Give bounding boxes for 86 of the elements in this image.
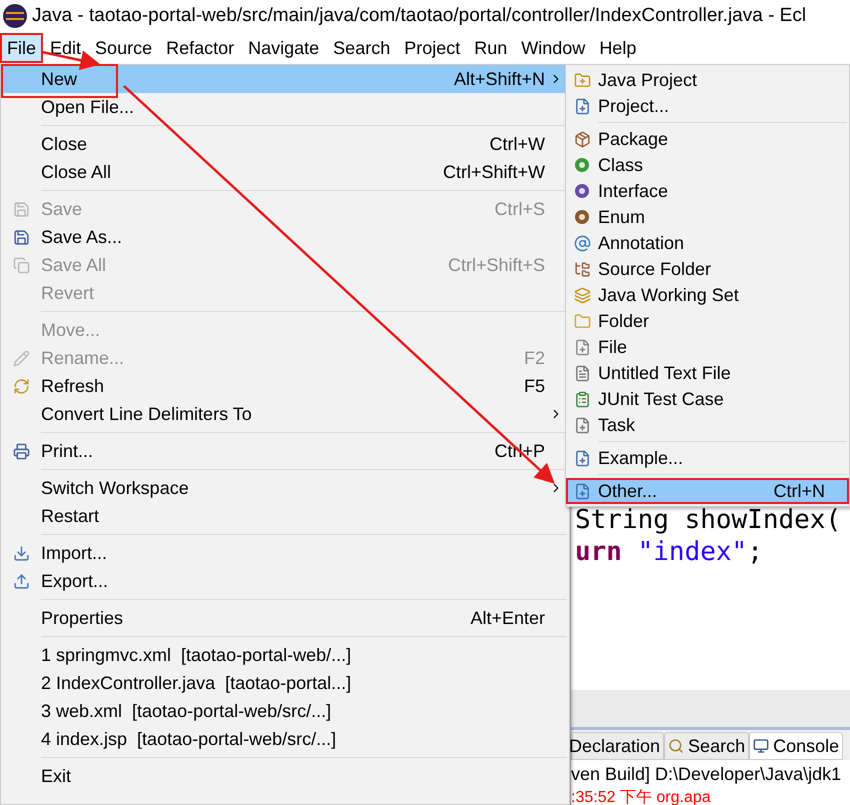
shortcut-label: Alt+Enter	[470, 606, 545, 630]
menu-item[interactable]: Enum	[566, 204, 849, 230]
app-logo-icon	[2, 3, 28, 29]
task-icon	[574, 416, 590, 434]
source-folder-icon	[574, 260, 590, 278]
menu-bar-item[interactable]: Source	[88, 33, 160, 63]
working-set-icon	[574, 286, 590, 304]
menu-item[interactable]: 4 index.jsp [taotao-portal-web/src/...]	[1, 725, 569, 753]
menu-item[interactable]: Annotation	[566, 230, 849, 256]
menu-item[interactable]: Package	[566, 126, 849, 152]
menu-item[interactable]: Close All Ctrl+Shift+W	[1, 158, 569, 186]
shortcut-label: Ctrl+W	[490, 132, 545, 156]
menu-item[interactable]: 3 web.xml [taotao-portal-web/src/...]	[1, 697, 569, 725]
menu-item[interactable]: Open File...	[1, 93, 569, 121]
code-line: String showIndex(	[575, 504, 842, 536]
shortcut-label: F2	[524, 346, 545, 370]
pencil-icon	[12, 350, 30, 366]
menu-item[interactable]: Project...	[566, 93, 849, 119]
view-tab[interactable]: Declaration	[571, 732, 664, 760]
menu-item[interactable]: Folder	[566, 308, 849, 334]
console-line: :35:52 下午 org.apa	[571, 788, 711, 805]
save-icon	[12, 228, 30, 246]
menu-bar-item[interactable]: Refactor	[159, 33, 242, 63]
view-tab[interactable]: Search	[664, 732, 750, 760]
test-case-icon	[574, 390, 590, 408]
file-plus-icon	[574, 338, 590, 356]
shortcut-label: Ctrl+Shift+W	[442, 160, 545, 184]
shortcut-label: Alt+Shift+N	[454, 68, 545, 90]
menu-item[interactable]: Save As...	[1, 223, 569, 251]
window-title: Java - taotao-portal-web/src/main/java/com/taotao/portal/controller/IndexController.java - Ecl	[32, 4, 806, 28]
menu-item[interactable]: Class	[566, 152, 849, 178]
menu-item[interactable]: Other... Ctrl+N	[566, 478, 849, 504]
menu-item[interactable]: Properties Alt+Enter	[1, 604, 569, 632]
enum-icon	[574, 209, 590, 225]
at-sign-icon	[574, 234, 590, 252]
menu-bar-item[interactable]: Edit	[43, 33, 88, 63]
menu-item[interactable]: Java Project	[566, 67, 849, 93]
class-icon	[574, 157, 590, 173]
menu-bar-item[interactable]: Help	[592, 33, 644, 63]
menu-item[interactable]: Untitled Text File	[566, 360, 849, 386]
menu-bar-item[interactable]: File	[0, 33, 44, 63]
window-plus-icon	[574, 98, 590, 114]
menu-item[interactable]: 1 springmvc.xml [taotao-portal-web/...]	[1, 641, 569, 669]
text-file-icon	[574, 364, 590, 382]
printer-icon	[12, 442, 30, 460]
console-line: ven Build] D:\Developer\Java\jdk1	[571, 763, 842, 786]
menu-item[interactable]: Switch Workspace	[1, 474, 569, 502]
menu-item[interactable]: Exit	[1, 762, 569, 790]
menu-bar-item[interactable]: Project	[397, 33, 468, 63]
window-plus-icon	[574, 482, 590, 500]
refresh-icon	[12, 378, 30, 394]
shortcut-label: Ctrl+N	[773, 480, 825, 502]
menu-item[interactable]: Restart	[1, 502, 569, 530]
menu-item[interactable]: Task	[566, 412, 849, 438]
folder-icon	[574, 312, 590, 330]
menu-bar-item[interactable]: Window	[514, 33, 592, 63]
window-plus-icon	[574, 450, 590, 466]
folder-plus-icon	[574, 72, 590, 88]
shortcut-label: Ctrl+S	[494, 198, 545, 220]
menu-item[interactable]: Refresh F5	[1, 372, 569, 400]
menu-item[interactable]: Source Folder	[566, 256, 849, 282]
menu-bar-item[interactable]: Navigate	[241, 33, 326, 63]
menu-item[interactable]: Java Working Set	[566, 282, 849, 308]
import-icon	[12, 544, 30, 562]
search-icon	[668, 738, 684, 754]
menu-item[interactable]: Close Ctrl+W	[1, 130, 569, 158]
menu-bar-item[interactable]: Run	[467, 33, 514, 63]
export-icon	[12, 572, 30, 590]
package-icon	[574, 130, 590, 148]
monitor-icon	[753, 738, 770, 754]
interface-icon	[574, 183, 590, 199]
menu-item[interactable]: File	[566, 334, 849, 360]
view-tab[interactable]: Console	[749, 732, 844, 760]
save-icon	[12, 200, 30, 218]
shortcut-label: F5	[524, 374, 545, 398]
save-all-icon	[12, 256, 30, 274]
menu-bar-item[interactable]: Search	[326, 33, 398, 63]
shortcut-label: Ctrl+Shift+S	[448, 254, 545, 276]
menu-item[interactable]: 2 IndexController.java [taotao-portal...]	[1, 669, 569, 697]
code-line: urn "index";	[575, 536, 763, 568]
menu-item[interactable]: Interface	[566, 178, 849, 204]
menu-item[interactable]: Example...	[566, 445, 849, 471]
menu-item[interactable]: JUnit Test Case	[566, 386, 849, 412]
menu-item[interactable]: Convert Line Delimiters To	[1, 400, 569, 428]
menu-item[interactable]: Export...	[1, 567, 569, 595]
menu-item[interactable]: Import...	[1, 539, 569, 567]
